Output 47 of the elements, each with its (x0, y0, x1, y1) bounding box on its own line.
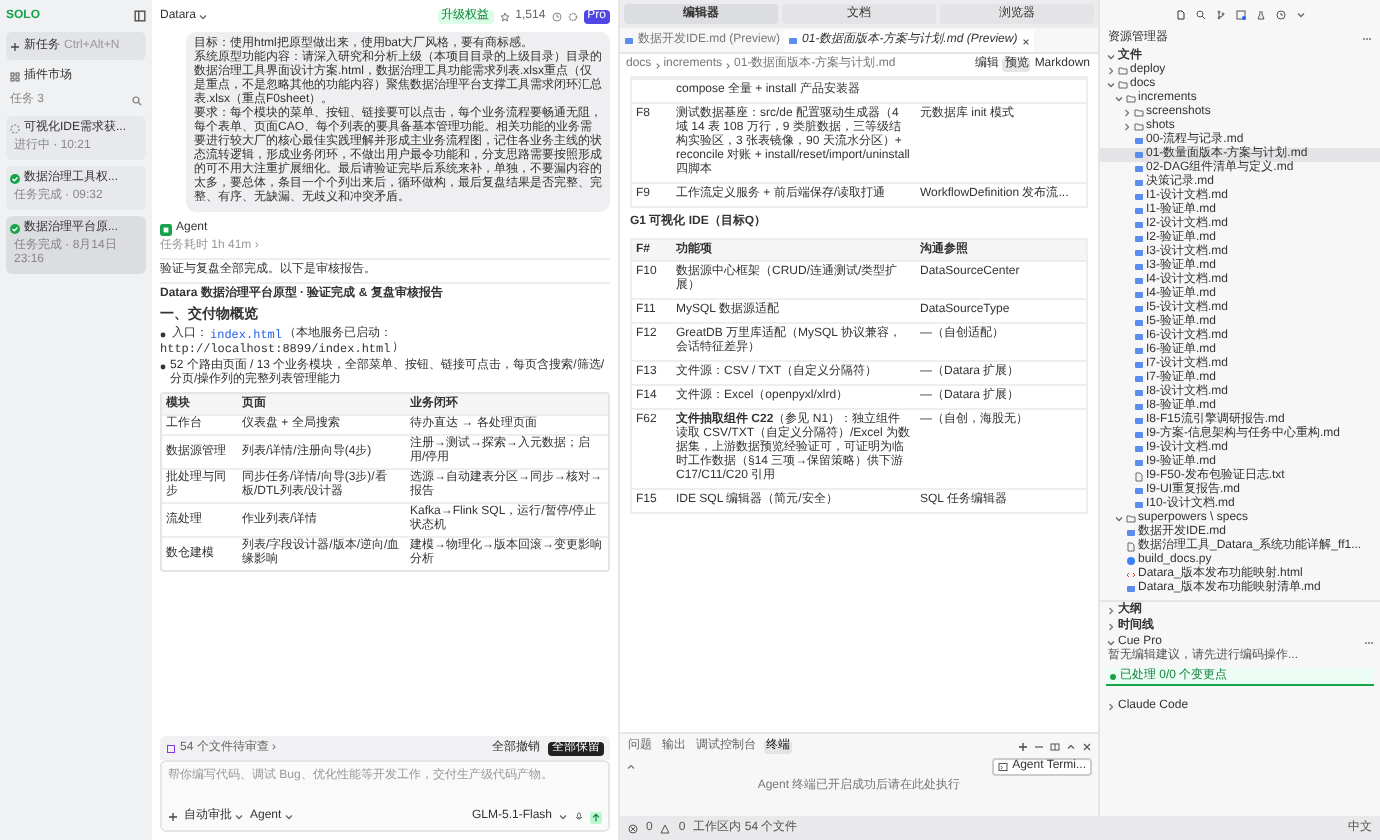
split-icon (1050, 741, 1060, 751)
caret-icon (198, 11, 209, 21)
document-icon (1126, 528, 1136, 538)
caret-icon (234, 812, 244, 822)
close-icon (1021, 37, 1030, 45)
chevron-up-icon (1066, 741, 1076, 751)
clock-icon (551, 11, 562, 21)
caret-icon (1295, 9, 1305, 19)
chevron-down-icon (1106, 51, 1116, 61)
dashed-circle-icon (10, 124, 20, 134)
file-icon (1175, 9, 1185, 19)
code-file-icon (1126, 570, 1136, 580)
file-icon (1134, 472, 1144, 482)
plus-icon (1018, 741, 1028, 751)
sidebar-toggle-icon (134, 10, 146, 22)
terminal-icon (998, 762, 1009, 772)
caret-icon (558, 812, 568, 822)
check-circle-icon (10, 174, 20, 184)
file-icon (1126, 542, 1136, 552)
folder-icon (1126, 514, 1136, 524)
plus-icon (10, 41, 20, 51)
plus-icon (168, 812, 178, 822)
python-file-icon (1126, 556, 1136, 566)
close-icon (1082, 741, 1092, 751)
flask-icon (1255, 9, 1265, 19)
check-circle-icon (10, 224, 20, 234)
warning-icon (660, 823, 671, 833)
send-icon (590, 811, 602, 823)
minus-icon (1034, 741, 1044, 751)
clock-icon (1275, 9, 1285, 19)
document-icon (1126, 584, 1136, 594)
caret-icon (283, 812, 294, 822)
error-icon (628, 823, 638, 833)
document-icon (788, 36, 799, 46)
bullet-icon (160, 332, 166, 338)
search-icon (132, 96, 142, 106)
agent-avatar-icon (160, 223, 172, 235)
chevron-up-icon (626, 762, 636, 772)
extensions-icon (1235, 9, 1245, 19)
microphone-icon (574, 812, 584, 822)
branch-icon (1215, 9, 1225, 19)
document-icon (624, 36, 634, 46)
star-icon (499, 11, 510, 21)
bullet-icon (160, 364, 166, 370)
square-icon (166, 743, 176, 753)
grid-icon (10, 71, 20, 81)
search-icon (1195, 9, 1205, 19)
